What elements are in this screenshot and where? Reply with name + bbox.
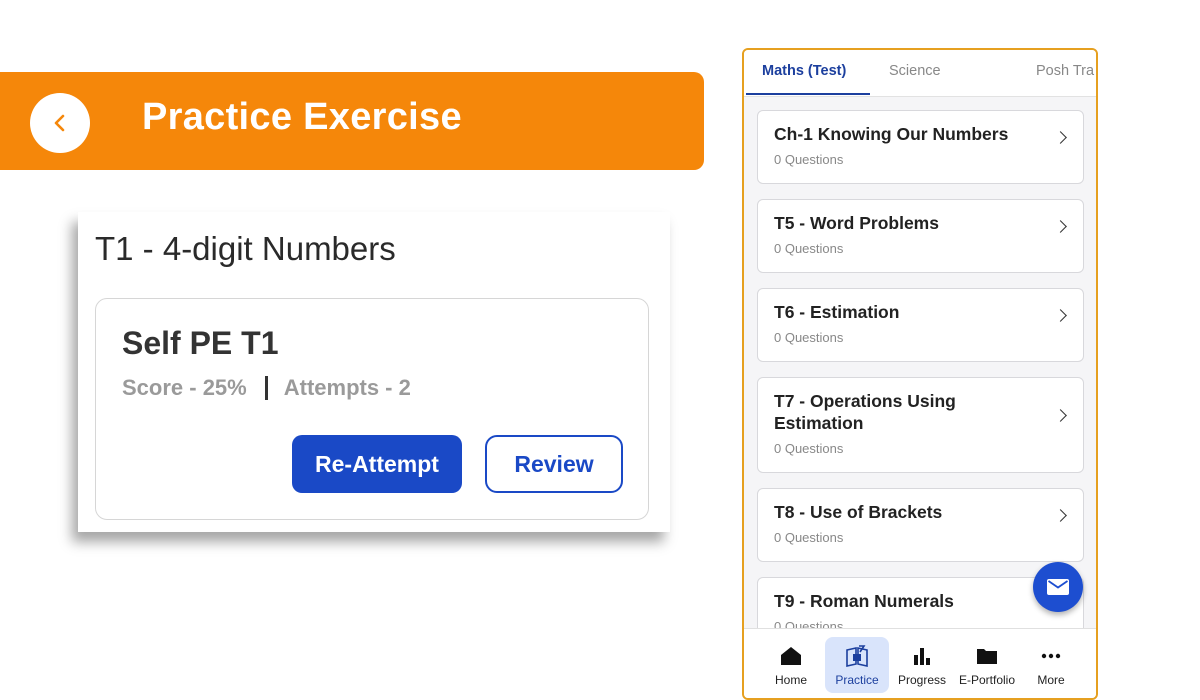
nav-label: E-Portfolio [958, 673, 1016, 687]
chapter-title: T8 - Use of Brackets [774, 502, 943, 522]
chapter-item[interactable]: T8 - Use of Brackets 0 Questions [757, 488, 1084, 562]
page-title: Practice Exercise [142, 96, 462, 138]
nav-more[interactable]: More [1019, 637, 1083, 693]
chapter-item[interactable]: T7 - Operations Using Estimation 0 Quest… [757, 377, 1084, 473]
exercise-title: Self PE T1 [122, 325, 279, 361]
chapter-title: T5 - Word Problems [774, 213, 939, 233]
folder-icon [977, 649, 997, 664]
bottom-navigation: Home Practice Progress E-Portfolio More [744, 628, 1096, 698]
chapter-item[interactable]: T5 - Word Problems 0 Questions [757, 199, 1084, 273]
chapter-question-count: 0 Questions [774, 152, 844, 167]
nav-practice[interactable]: Practice [825, 637, 889, 693]
practice-exercise-panel: T1 - 4-digit Numbers Self PE T1 Score - … [78, 212, 670, 532]
separator [264, 376, 268, 400]
nav-home[interactable]: Home [759, 637, 823, 693]
mail-icon [1047, 579, 1069, 595]
chapter-item[interactable]: T6 - Estimation 0 Questions [757, 288, 1084, 362]
chapter-question-count: 0 Questions [774, 441, 844, 456]
chapter-title: T6 - Estimation [774, 302, 900, 322]
nav-eportfolio[interactable]: E-Portfolio [955, 637, 1019, 693]
chevron-right-icon [1054, 309, 1067, 322]
exercise-card: Self PE T1 Score - 25% Attempts - 2 Re-A… [95, 298, 649, 520]
topic-title: T1 - 4-digit Numbers [95, 230, 396, 267]
header-banner: Practice Exercise [0, 72, 704, 170]
bar-chart-icon [914, 648, 930, 665]
chapter-title: Ch-1 Knowing Our Numbers [774, 124, 1009, 144]
active-tab-indicator [746, 93, 870, 95]
back-button[interactable] [30, 93, 90, 153]
chevron-right-icon [1054, 409, 1067, 422]
practice-icon [846, 645, 868, 667]
nav-label: Home [774, 673, 807, 687]
chapter-question-count: 0 Questions [774, 241, 844, 256]
chapter-question-count: 0 Questions [774, 530, 844, 545]
nav-label: Progress [897, 673, 947, 687]
chevron-right-icon [1054, 509, 1067, 522]
exercise-meta: Score - 25% Attempts - 2 [122, 375, 411, 401]
chapter-title: T7 - Operations Using Estimation [774, 391, 956, 433]
message-fab-button[interactable] [1033, 562, 1083, 612]
chapter-title: T9 - Roman Numerals [774, 591, 954, 611]
nav-progress[interactable]: Progress [890, 637, 954, 693]
chapter-question-count: 0 Questions [774, 330, 844, 345]
nav-label: Practice [835, 673, 879, 687]
more-icon [1041, 653, 1061, 659]
reattempt-button[interactable]: Re-Attempt [292, 435, 462, 493]
subject-tabs: Maths (Test) Science Posh Tra [744, 50, 1096, 97]
chevron-right-icon [1054, 220, 1067, 233]
tab-posh-training[interactable]: Posh Tra [1036, 63, 1094, 79]
attempts-text: Attempts - 2 [283, 375, 411, 400]
score-text: Score - 25% [122, 375, 247, 400]
home-icon [781, 647, 801, 665]
chevron-right-icon [1054, 131, 1067, 144]
chevron-left-icon [54, 114, 65, 132]
chapter-item[interactable]: Ch-1 Knowing Our Numbers 0 Questions [757, 110, 1084, 184]
tab-science[interactable]: Science [889, 63, 941, 79]
nav-label: More [1037, 673, 1065, 687]
mobile-screen: Maths (Test) Science Posh Tra Ch-1 Knowi… [742, 48, 1098, 700]
tab-maths[interactable]: Maths (Test) [762, 63, 846, 79]
review-button[interactable]: Review [485, 435, 623, 493]
